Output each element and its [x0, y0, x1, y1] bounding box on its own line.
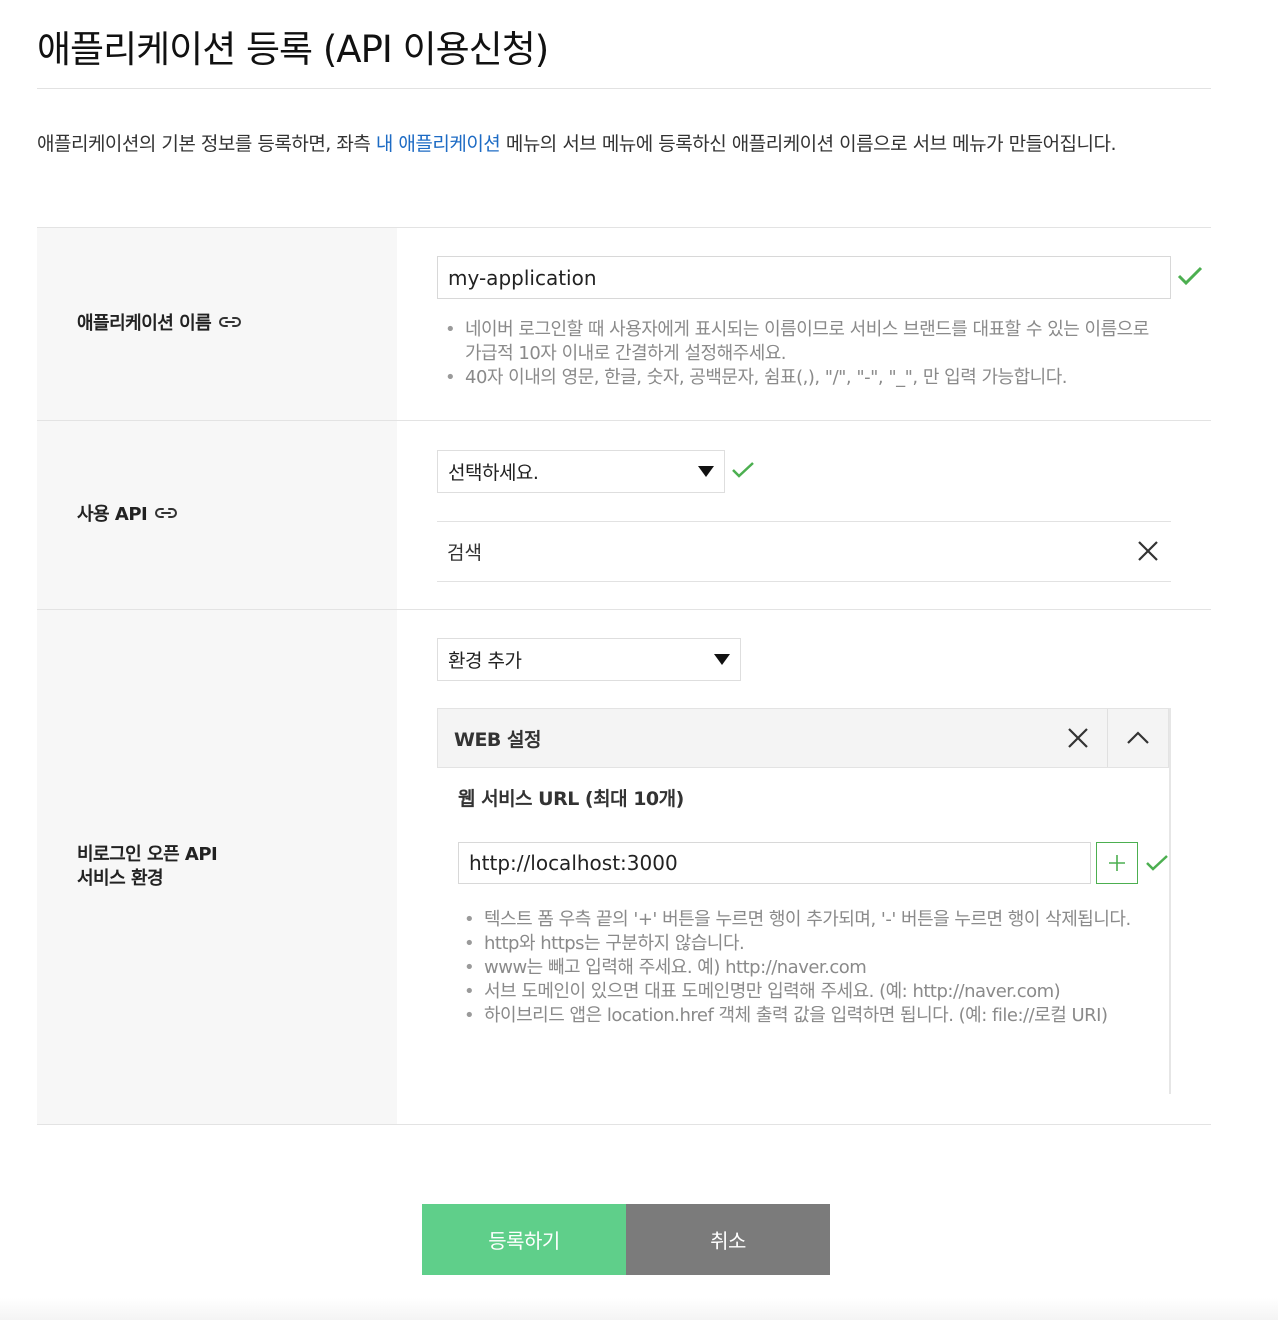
- row-app-name: 애플리케이션 이름 네이버 로그인할 때 사용자에게 표시되는 이름이므로 서비…: [37, 228, 1211, 421]
- cancel-button[interactable]: 취소: [626, 1204, 830, 1275]
- dropdown-arrow-icon: [714, 654, 730, 665]
- row-api: 사용 API 선택하세요. 검색: [37, 421, 1211, 610]
- dropdown-arrow-icon: [698, 466, 714, 477]
- web-url-label: 웹 서비스 URL (최대 10개): [458, 788, 684, 810]
- add-url-button[interactable]: [1096, 842, 1138, 884]
- check-icon: [1177, 265, 1203, 291]
- intro-text: 애플리케이션의 기본 정보를 등록하면, 좌측 내 애플리케이션 메뉴의 서브 …: [37, 126, 1211, 162]
- help-item: http와 https는 구분하지 않습니다.: [464, 932, 1144, 956]
- help-item: 텍스트 폼 우측 끝의 '+' 버튼을 누르면 행이 추가되며, '-' 버튼을…: [464, 908, 1144, 932]
- web-settings-header: WEB 설정: [437, 708, 1169, 768]
- env-label-line1: 비로그인 오픈 API: [77, 844, 218, 865]
- api-select-value: 선택하세요.: [448, 462, 539, 484]
- app-name-label-text: 애플리케이션 이름: [77, 313, 212, 334]
- env-label-line2: 서비스 환경: [77, 868, 164, 889]
- help-item: 서브 도메인이 있으면 대표 도메인명만 입력해 주세요. (예: http:/…: [464, 980, 1144, 1004]
- app-name-help-list: 네이버 로그인할 때 사용자에게 표시되는 이름이므로 서비스 브랜드를 대표할…: [445, 318, 1160, 390]
- my-applications-link[interactable]: 내 애플리케이션: [376, 133, 501, 155]
- web-settings-title: WEB 설정: [454, 728, 542, 751]
- env-label: 비로그인 오픈 API 서비스 환경: [37, 610, 397, 1124]
- web-url-input[interactable]: [458, 842, 1091, 884]
- api-content: 선택하세요. 검색: [397, 421, 1211, 609]
- help-item: 네이버 로그인할 때 사용자에게 표시되는 이름이므로 서비스 브랜드를 대표할…: [445, 318, 1160, 366]
- web-url-help-list: 텍스트 폼 우측 끝의 '+' 버튼을 누르면 행이 추가되며, '-' 버튼을…: [464, 908, 1144, 1028]
- app-name-label: 애플리케이션 이름: [37, 228, 397, 420]
- remove-api-close-icon[interactable]: [1137, 540, 1159, 567]
- selected-api-name: 검색: [447, 542, 482, 564]
- page-title: 애플리케이션 등록 (API 이용신청): [37, 28, 549, 71]
- api-label: 사용 API: [37, 421, 397, 609]
- web-settings-panel: WEB 설정 웹 서비스 URL (최대 10개) http://localho…: [437, 708, 1171, 1094]
- env-add-select[interactable]: 환경 추가: [437, 638, 741, 681]
- selected-api-item: 검색: [437, 521, 1171, 582]
- link-icon[interactable]: [154, 503, 178, 527]
- intro-text-before: 애플리케이션의 기본 정보를 등록하면, 좌측: [37, 133, 376, 155]
- app-name-input[interactable]: [437, 256, 1171, 299]
- plus-icon: [1109, 855, 1125, 871]
- link-icon[interactable]: [218, 312, 242, 336]
- register-button[interactable]: 등록하기: [422, 1204, 626, 1275]
- api-select[interactable]: 선택하세요.: [437, 450, 725, 493]
- row-environment: 비로그인 오픈 API 서비스 환경 환경 추가 WEB 설정 웹 서비스 UR…: [37, 610, 1211, 1125]
- footer-band: [0, 1298, 1278, 1320]
- help-item: www는 빼고 입력해 주세요. 예) http://naver.com: [464, 956, 1144, 980]
- registration-form: 애플리케이션 이름 네이버 로그인할 때 사용자에게 표시되는 이름이므로 서비…: [37, 227, 1211, 1125]
- remove-web-close-icon[interactable]: [1048, 709, 1108, 767]
- intro-text-after: 메뉴의 서브 메뉴에 등록하신 애플리케이션 이름으로 서브 메뉴가 만들어집니…: [500, 133, 1117, 155]
- help-item: 하이브리드 앱은 location.href 객체 출력 값을 입력하면 됩니다…: [464, 1004, 1144, 1028]
- env-select-value: 환경 추가: [448, 650, 522, 672]
- app-name-content: 네이버 로그인할 때 사용자에게 표시되는 이름이므로 서비스 브랜드를 대표할…: [397, 228, 1211, 420]
- title-divider: [37, 88, 1211, 89]
- check-icon: [731, 460, 755, 484]
- env-content: 환경 추가 WEB 설정 웹 서비스 URL (최대 10개) http://l…: [397, 610, 1211, 1124]
- help-item: 40자 이내의 영문, 한글, 숫자, 공백문자, 쉼표(,), "/", "-…: [445, 366, 1160, 390]
- api-label-text: 사용 API: [77, 504, 148, 525]
- check-icon: [1145, 853, 1169, 877]
- collapse-chevron-up-icon[interactable]: [1108, 709, 1168, 767]
